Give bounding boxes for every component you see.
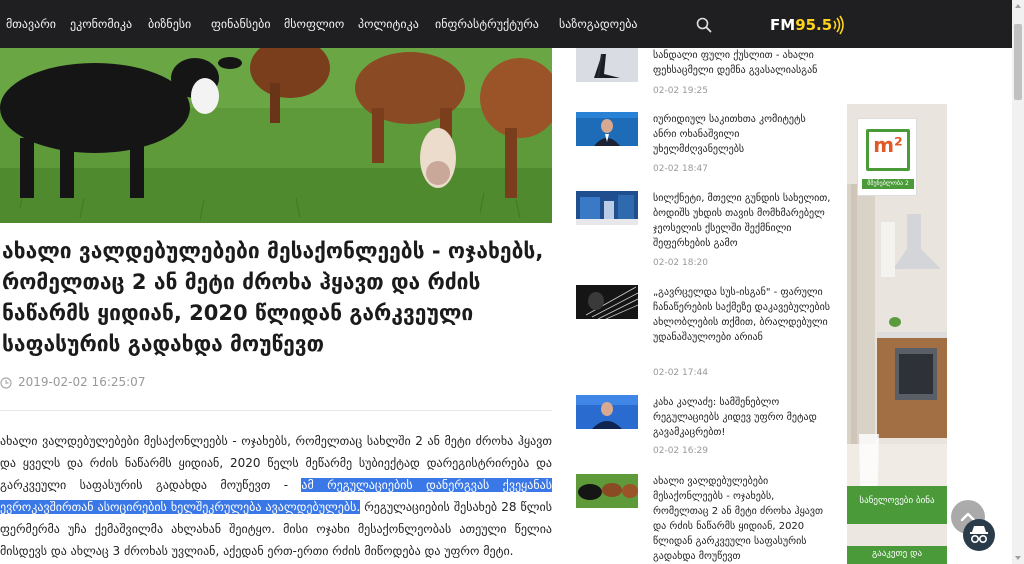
ad-bottom-box: გააკეთე და	[847, 546, 947, 564]
ad-bottom-text: გააკეთე და	[871, 549, 923, 559]
nav-item-politics[interactable]: პოლიტიკა	[358, 17, 419, 31]
ad-logo-box: m² მშენებლობა 2	[857, 118, 917, 196]
news-thumbnail[interactable]	[576, 112, 638, 146]
site-logo[interactable]: FM 95.5	[770, 14, 846, 36]
ad-caption-box: სანელოვები ბინა	[847, 486, 947, 524]
news-date: 02-02 19:25	[653, 86, 708, 96]
news-title[interactable]: „გავრცელდა სუს-ისგან" - ფარული ჩანაწერებ…	[653, 285, 831, 345]
news-date: 02-02 17:44	[653, 368, 708, 378]
top-nav: მთავარი ეკონომიკა ბიზნესი ფინანსები მსოფ…	[0, 0, 1012, 48]
article-hero-image	[0, 48, 552, 223]
ad-logo-sub: მშენებლობა 2	[862, 179, 914, 189]
nav-item-society[interactable]: საზოგადოება	[559, 17, 638, 31]
news-thumbnail[interactable]	[576, 395, 638, 429]
incognito-icon	[970, 526, 988, 543]
sidebar-advertisement[interactable]: m² მშენებლობა 2 სანელოვები ბინა გააკეთე …	[847, 104, 947, 564]
search-icon[interactable]	[696, 17, 712, 33]
news-date: 02-02 18:20	[653, 258, 708, 268]
nav-item-world[interactable]: მსოფლიო	[284, 17, 344, 31]
nav-item-infrastructure[interactable]: ინფრასტრუქტურა	[435, 17, 539, 31]
article-divider	[0, 410, 552, 411]
ad-logo: m²	[873, 133, 903, 157]
news-thumbnail[interactable]	[576, 474, 638, 508]
incognito-extension-button[interactable]	[963, 519, 995, 551]
nav-item-finance[interactable]: ფინანსები	[211, 17, 271, 31]
news-title[interactable]: იურიდიულ საკითხთა კომიტეტს ანრი ოხანაშვი…	[653, 112, 831, 157]
news-date: 02-02 16:29	[653, 446, 708, 456]
radio-waves-icon	[833, 15, 845, 35]
ad-caption: სანელოვები ბინა	[859, 496, 935, 506]
news-thumbnail[interactable]	[576, 48, 638, 82]
news-title[interactable]: ახალი ვალდებულებები მესაქონლეებს - ოჯახე…	[653, 474, 831, 564]
scroll-down-arrow-icon[interactable]	[1012, 552, 1024, 564]
logo-fm: FM	[770, 16, 796, 34]
news-title[interactable]: სილქნეტი, მთელი გუნდის სახელით, ბოდიშს უ…	[653, 191, 831, 251]
logo-frequency: 95.5	[795, 16, 833, 34]
scroll-thumb[interactable]	[1014, 24, 1022, 100]
nav-item-home[interactable]: მთავარი	[6, 17, 56, 31]
news-date: 02-02 18:47	[653, 164, 708, 174]
article-body: ახალი ვალდებულებები მესაქონლეებს - ოჯახე…	[0, 430, 552, 562]
news-thumbnail[interactable]	[576, 285, 638, 319]
article-date: 2019-02-02 16:25:07	[18, 375, 146, 389]
news-thumbnail[interactable]	[576, 191, 638, 225]
scroll-up-arrow-icon[interactable]	[1012, 0, 1024, 12]
nav-item-business[interactable]: ბიზნესი	[148, 17, 191, 31]
article-title: ახალი ვალდებულებები მესაქონლეებს - ოჯახე…	[2, 239, 544, 356]
nav-item-economy[interactable]: ეკონომიკა	[70, 17, 132, 31]
news-title[interactable]: კახა კალაძე: სამშენებლო რეგულაციებს კიდე…	[653, 395, 831, 440]
clock-icon	[0, 377, 12, 389]
news-title[interactable]: სანდალი ფული ქუსლით - ახალი ფეხსაცმელი დ…	[653, 48, 831, 78]
